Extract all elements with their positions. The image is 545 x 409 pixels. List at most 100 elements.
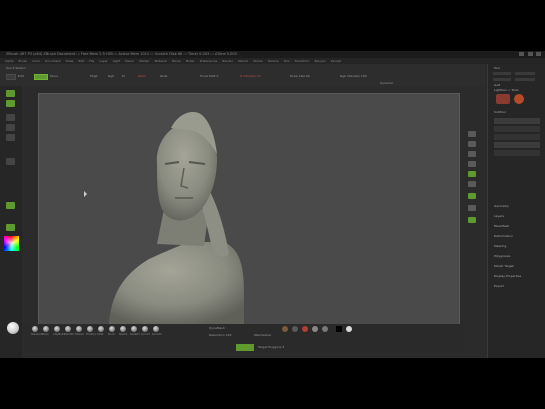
brush-curvet-label: CurveT xyxy=(141,333,150,336)
brush-swatch-1[interactable] xyxy=(282,326,288,332)
z-intensity-slider[interactable]: Z Intensity 25 xyxy=(240,74,261,78)
layers-header[interactable]: Layers xyxy=(494,214,504,218)
local-icon[interactable] xyxy=(468,193,476,199)
zbrush-window: ZBrush 4R7 P3 (x64) ZBrush Document ::: … xyxy=(0,51,545,358)
material-sphere-icon[interactable] xyxy=(7,322,19,334)
focal-shift-slider[interactable]: Focal Shift 0 xyxy=(200,74,218,78)
brush-claybuild-icon[interactable] xyxy=(54,326,60,332)
tool-thumbnail-2[interactable] xyxy=(514,94,524,104)
brush-inflat-label: Inflat xyxy=(97,333,104,336)
tool-palette: Tool GoZ Lightbox > Tools SubTool Geomet… xyxy=(487,64,545,358)
brush-icon[interactable] xyxy=(6,114,15,121)
stroke-icon[interactable] xyxy=(6,124,15,131)
mrgb-button[interactable]: Mrgb xyxy=(90,74,98,78)
color-icon[interactable] xyxy=(6,224,15,231)
export-mesh-header[interactable]: Export xyxy=(494,284,504,288)
subtool-header[interactable]: SubTool xyxy=(494,110,506,114)
sculpt-model xyxy=(84,112,244,324)
m-button[interactable]: M xyxy=(122,74,125,78)
edit-label: Edit xyxy=(18,74,24,78)
import-button[interactable] xyxy=(493,78,511,81)
spix-icon[interactable] xyxy=(468,141,476,147)
brush-slash3-icon[interactable] xyxy=(120,326,126,332)
brush-claybuild-label: ClayBuild xyxy=(53,333,65,336)
subtool-slot-3[interactable] xyxy=(494,134,540,140)
geometry-header[interactable]: Geometry xyxy=(494,204,509,208)
subtool-slot-1[interactable] xyxy=(494,118,540,124)
masking-header[interactable]: Masking xyxy=(494,244,506,248)
brush-snakeh-icon[interactable] xyxy=(131,326,137,332)
document-canvas[interactable] xyxy=(38,93,460,325)
zoom-icon[interactable] xyxy=(468,161,476,167)
brush-trimdyn-label: TrimDyn xyxy=(86,333,97,336)
brush-swatch-white[interactable] xyxy=(346,326,352,332)
brush-damstd-label: DamStd xyxy=(64,333,75,336)
brush-pinch-icon[interactable] xyxy=(109,326,115,332)
persp-icon[interactable] xyxy=(468,171,476,177)
brush-damstd-icon[interactable] xyxy=(65,326,71,332)
frame-icon[interactable] xyxy=(468,205,476,211)
draw-button[interactable] xyxy=(34,74,48,80)
polygroups-header[interactable]: Polygroups xyxy=(494,254,510,258)
material-icon[interactable] xyxy=(6,202,15,209)
brush-swatch-5[interactable] xyxy=(322,326,328,332)
zadd-button[interactable]: Zadd xyxy=(138,74,146,78)
deformation-header[interactable]: Deformation xyxy=(494,234,513,238)
maximize-button[interactable] xyxy=(527,52,533,56)
floor-icon[interactable] xyxy=(468,181,476,187)
brush-move-label: Move xyxy=(42,333,49,336)
save-as-button[interactable] xyxy=(515,72,535,75)
brush-swatch-2[interactable] xyxy=(292,326,298,332)
left-shelf xyxy=(0,86,22,358)
brush-move-icon[interactable] xyxy=(43,326,49,332)
rgb-button[interactable]: Rgb xyxy=(108,74,114,78)
divide-button[interactable] xyxy=(236,344,254,351)
brush-slash3-label: Slash3 xyxy=(119,333,128,336)
move-icon[interactable] xyxy=(468,217,476,223)
brush-standard-icon[interactable] xyxy=(32,326,38,332)
load-tool-button[interactable] xyxy=(493,72,511,75)
texture-icon[interactable] xyxy=(6,158,15,165)
alpha-icon[interactable] xyxy=(6,134,15,141)
brush-trimdyn-icon[interactable] xyxy=(87,326,93,332)
draw-size-slider[interactable]: Draw Size 64 xyxy=(290,74,310,78)
lightbox-tools-button[interactable]: Lightbox > Tools xyxy=(494,88,519,92)
brush-curvet-icon[interactable] xyxy=(142,326,148,332)
dynamic-button[interactable]: Dynamic xyxy=(380,81,393,85)
draw-mode-icon[interactable] xyxy=(6,90,15,97)
brush-inflat-icon[interactable] xyxy=(98,326,104,332)
move-button[interactable]: Move xyxy=(50,74,58,78)
tool-thumbnail[interactable] xyxy=(496,94,510,104)
subtool-slot-2[interactable] xyxy=(494,126,540,132)
rgb-intensity-slider[interactable]: Rgb Intensity 100 xyxy=(340,74,367,78)
bpr-icon[interactable] xyxy=(468,131,476,137)
brush-swatch-4[interactable] xyxy=(312,326,318,332)
brush-pinch-label: Pinch xyxy=(108,333,115,336)
close-button[interactable] xyxy=(536,52,541,56)
scroll-icon[interactable] xyxy=(468,151,476,157)
quick-sketch-button[interactable]: Quick Sketch xyxy=(6,66,26,70)
goz-button[interactable]: GoZ xyxy=(494,83,500,87)
fibermesh-header[interactable]: FiberMesh xyxy=(494,224,509,228)
color-picker-swatch[interactable] xyxy=(4,236,19,251)
subtool-slot-5[interactable] xyxy=(494,150,540,156)
minimize-button[interactable] xyxy=(519,52,525,56)
display-properties-header[interactable]: Display Properties xyxy=(494,274,521,278)
zadd-mode-icon[interactable] xyxy=(6,100,15,107)
window-controls xyxy=(517,52,541,57)
export-button[interactable] xyxy=(515,78,535,81)
zsub-button[interactable]: Zsub xyxy=(160,74,167,78)
brush-swatch-3[interactable] xyxy=(302,326,308,332)
brush-smooth-icon[interactable] xyxy=(153,326,159,332)
brush-smooth-label: Smooth xyxy=(152,333,162,336)
bottom-brush-shelf: DynaMesh Resolution 128 ZRemesher Target… xyxy=(24,324,464,358)
edit-button[interactable] xyxy=(6,74,16,80)
target-polygons-slider[interactable]: Target Polygons 5 xyxy=(258,345,284,349)
resolution-slider[interactable]: Resolution 128 xyxy=(209,333,231,337)
brush-swatch-black[interactable] xyxy=(336,326,342,332)
zremesher-button[interactable]: ZRemesher xyxy=(254,333,271,337)
dynamesh-button[interactable]: DynaMesh xyxy=(209,326,225,330)
subtool-slot-4[interactable] xyxy=(494,142,540,148)
brush-hpolish-icon[interactable] xyxy=(76,326,82,332)
morph-target-header[interactable]: Morph Target xyxy=(494,264,514,268)
